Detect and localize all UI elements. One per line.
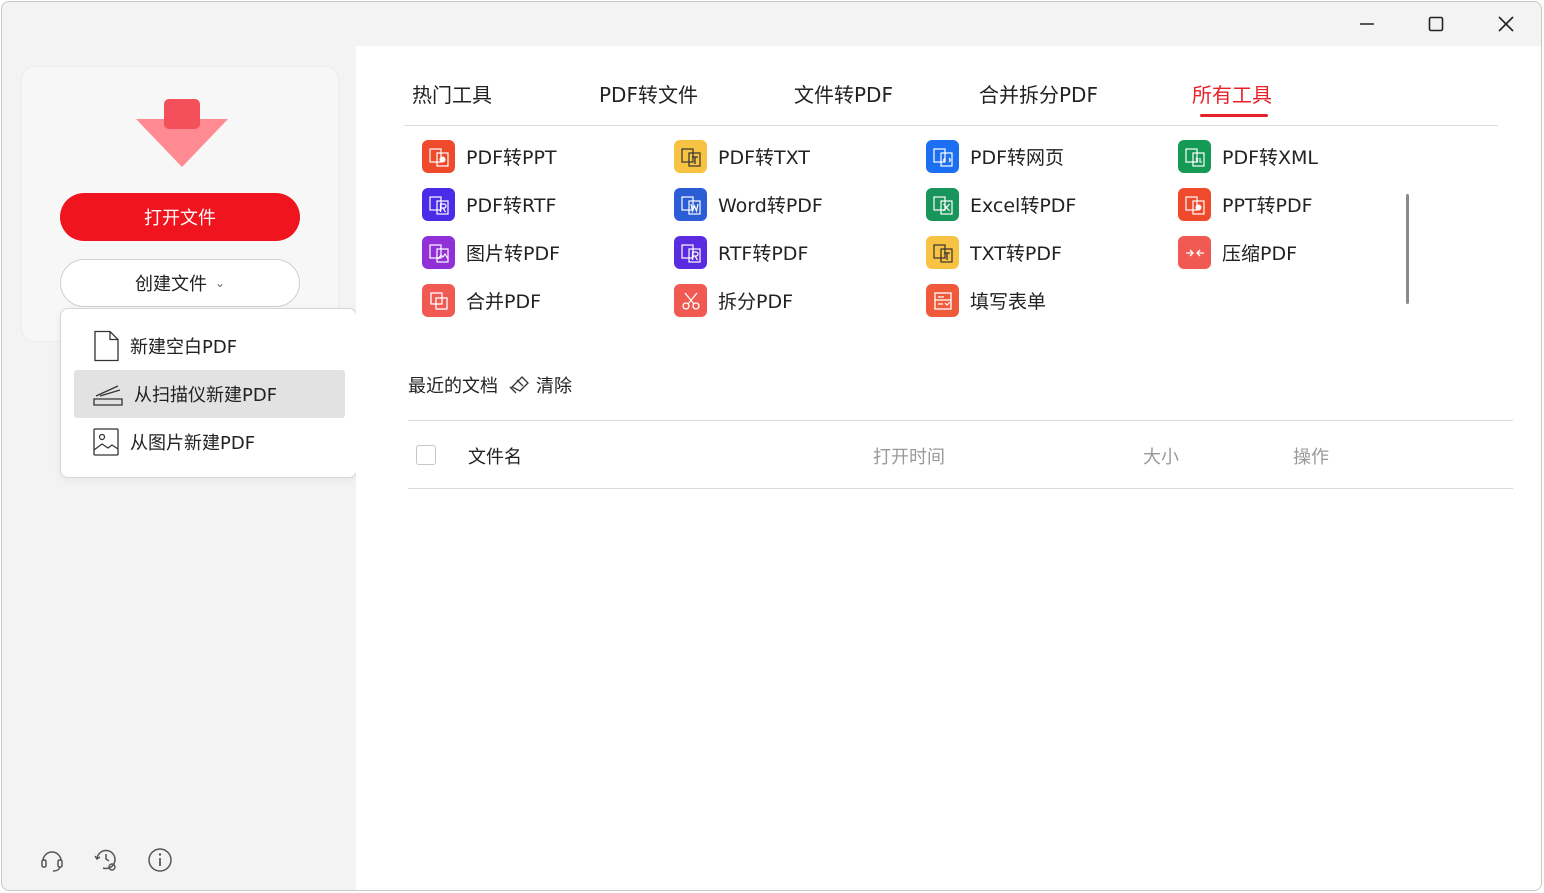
tool-label: Excel转PDF [970, 195, 1077, 217]
form-icon [926, 284, 959, 317]
excel-to-pdf-icon [926, 188, 959, 221]
tab-merge-split[interactable]: 合并拆分PDF [979, 79, 1098, 108]
history-settings-icon[interactable] [92, 846, 120, 874]
open-file-button[interactable]: 打开文件 [60, 193, 300, 241]
column-size[interactable]: 大小 [1143, 443, 1179, 469]
tool-excel-to-pdf[interactable]: Excel转PDF [926, 188, 1076, 221]
menu-item-label: 从扫描仪新建PDF [134, 385, 278, 406]
sidebar-footer [38, 846, 174, 874]
txt-to-pdf-icon [926, 236, 959, 269]
broom-icon [509, 376, 529, 394]
tool-label: 合并PDF [466, 291, 542, 313]
image-icon [93, 428, 119, 456]
tool-ppt-to-pdf[interactable]: PPT转PDF [1178, 188, 1313, 221]
tool-split-pdf[interactable]: 拆分PDF [674, 284, 793, 317]
pdf-to-xml-icon [1178, 140, 1211, 173]
column-actions: 操作 [1293, 447, 1329, 468]
tool-label: PPT转PDF [1222, 195, 1313, 217]
tool-label: RTF转PDF [718, 243, 809, 265]
tool-label: 图片转PDF [466, 243, 561, 265]
column-open-time[interactable]: 打开时间 [873, 443, 945, 469]
maximize-icon [1428, 16, 1444, 32]
chevron-down-icon: ⌄ [214, 276, 226, 290]
tool-image-to-pdf[interactable]: 图片转PDF [422, 236, 560, 269]
tool-pdf-to-ppt[interactable]: PDF转PPT [422, 140, 557, 173]
split-icon [674, 284, 707, 317]
close-icon [1498, 16, 1514, 32]
tool-label: PDF转PPT [466, 147, 557, 169]
menu-item-label: 从图片新建PDF [130, 433, 256, 454]
sidebar: 打开文件 创建文件 ⌄ 新建空白PDF 从扫描仪新建PDF 从图片新建PDF [2, 46, 357, 890]
pdf-to-web-icon [926, 140, 959, 173]
tool-rtf-to-pdf[interactable]: RTF转PDF [674, 236, 808, 269]
merge-icon [422, 284, 455, 317]
info-icon[interactable] [146, 846, 174, 874]
select-all-checkbox[interactable] [416, 445, 436, 465]
scanner-icon [93, 385, 123, 406]
create-file-button[interactable]: 创建文件 ⌄ [60, 259, 300, 307]
clear-recent-button[interactable]: 清除 [508, 372, 572, 398]
pdf-to-rtf-icon [422, 188, 455, 221]
tool-pdf-to-xml[interactable]: PDF转XML [1178, 140, 1318, 173]
blank-document-icon [94, 330, 119, 362]
tool-label: TXT转PDF [970, 243, 1062, 265]
recent-documents-title: 最近的文档 [408, 376, 498, 397]
image-to-pdf-icon [422, 236, 455, 269]
tool-label: PDF转XML [1222, 147, 1319, 169]
tab-file-to-pdf[interactable]: 文件转PDF [794, 79, 893, 108]
clear-label: 清除 [536, 376, 572, 397]
ppt-to-pdf-icon [1178, 188, 1211, 221]
close-button[interactable] [1471, 2, 1541, 46]
menu-item-new-blank-pdf[interactable]: 新建空白PDF [74, 322, 345, 370]
recent-table-header: 文件名 打开时间 大小 操作 [408, 420, 1513, 489]
create-file-menu: 新建空白PDF 从扫描仪新建PDF 从图片新建PDF [60, 308, 357, 478]
recent-documents-header: 最近的文档 清除 [408, 372, 572, 398]
tool-pdf-to-txt[interactable]: PDF转TXT [674, 140, 810, 173]
tool-fill-form[interactable]: 填写表单 [926, 284, 1046, 317]
menu-item-new-from-scanner[interactable]: 从扫描仪新建PDF [74, 370, 345, 418]
tool-label: 拆分PDF [718, 291, 794, 313]
pdf-to-ppt-icon [422, 140, 455, 173]
tool-label: Word转PDF [718, 195, 823, 217]
tool-pdf-to-web[interactable]: PDF转网页 [926, 140, 1064, 173]
rtf-to-pdf-icon [674, 236, 707, 269]
active-tab-indicator [1200, 114, 1268, 117]
tool-tabs: 热门工具 PDF转文件 文件转PDF 合并拆分PDF 所有工具 [404, 46, 1498, 126]
minimize-button[interactable] [1332, 2, 1402, 46]
tool-label: 压缩PDF [1222, 243, 1298, 265]
support-headset-icon[interactable] [38, 846, 66, 874]
open-file-card: 打开文件 创建文件 ⌄ [21, 66, 339, 342]
tab-all-tools[interactable]: 所有工具 [1192, 79, 1272, 108]
tool-txt-to-pdf[interactable]: TXT转PDF [926, 236, 1062, 269]
main-panel: 热门工具 PDF转文件 文件转PDF 合并拆分PDF 所有工具 PDF转PPT … [356, 46, 1541, 890]
tab-pdf-to-file[interactable]: PDF转文件 [599, 79, 698, 108]
tool-pdf-to-rtf[interactable]: PDF转RTF [422, 188, 556, 221]
tool-word-to-pdf[interactable]: Word转PDF [674, 188, 823, 221]
tool-merge-pdf[interactable]: 合并PDF [422, 284, 541, 317]
column-file-name[interactable]: 文件名 [468, 443, 522, 469]
compress-icon [1178, 236, 1211, 269]
tool-label: PDF转TXT [718, 147, 810, 169]
word-to-pdf-icon [674, 188, 707, 221]
open-file-arrow-icon [136, 99, 228, 167]
tool-grid-scrollbar[interactable] [1406, 194, 1409, 304]
menu-item-new-from-image[interactable]: 从图片新建PDF [74, 418, 345, 466]
app-window: 打开文件 创建文件 ⌄ 新建空白PDF 从扫描仪新建PDF 从图片新建PDF 热… [1, 1, 1542, 891]
tool-grid: PDF转PPT PDF转TXT PDF转网页 PDF转XML PDF转RTF W… [422, 140, 1432, 332]
tool-label: PDF转网页 [970, 147, 1065, 169]
tool-label: PDF转RTF [466, 195, 557, 217]
tab-hot-tools[interactable]: 热门工具 [412, 79, 492, 108]
minimize-icon [1360, 23, 1374, 25]
title-bar [2, 2, 1541, 46]
pdf-to-txt-icon [674, 140, 707, 173]
open-file-label: 打开文件 [144, 208, 216, 229]
create-file-label: 创建文件 [134, 274, 207, 295]
tool-compress-pdf[interactable]: 压缩PDF [1178, 236, 1297, 269]
menu-item-label: 新建空白PDF [130, 337, 238, 358]
tool-label: 填写表单 [970, 291, 1047, 313]
maximize-button[interactable] [1401, 2, 1471, 46]
